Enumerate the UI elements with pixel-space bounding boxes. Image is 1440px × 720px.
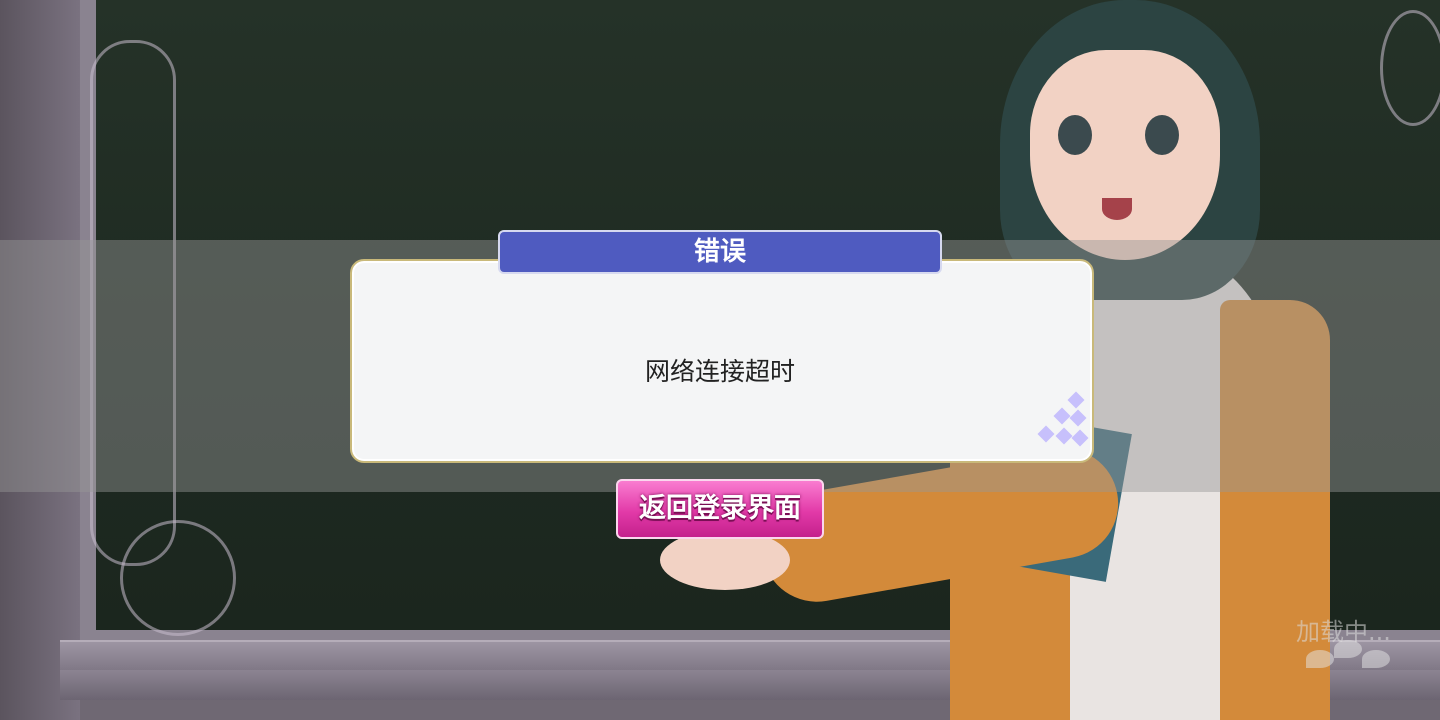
character-eye <box>1058 115 1092 155</box>
dialog-title: 错误 <box>498 230 942 274</box>
decorative-swirl <box>1380 10 1440 126</box>
character-hand <box>660 530 790 590</box>
decorative-swirl <box>120 520 236 636</box>
loading-leaf-icon <box>1306 640 1390 676</box>
character-mouth <box>1102 198 1132 220</box>
return-to-login-button[interactable]: 返回登录界面 <box>616 479 824 539</box>
character-eye <box>1145 115 1179 155</box>
dialog-message: 网络连接超时 <box>644 357 795 386</box>
character-face <box>1030 50 1220 260</box>
dialog-corner-decoration <box>1030 390 1089 454</box>
game-screen: 『牧师』 擅长回复和复活的职业 错误 网络连接超时 返回登录界面 加载中... <box>0 0 1440 720</box>
